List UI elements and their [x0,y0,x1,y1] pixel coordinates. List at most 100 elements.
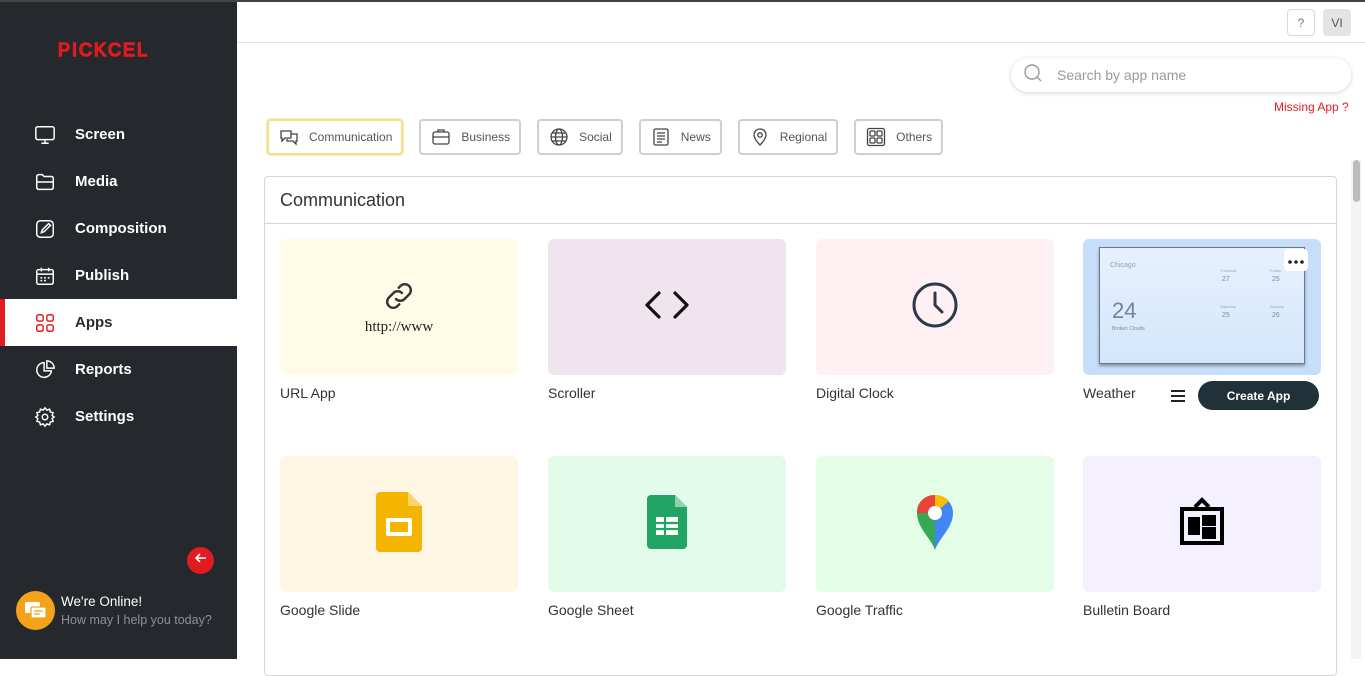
tab-regional[interactable]: Regional [737,119,839,155]
tab-news[interactable]: News [638,119,722,155]
google-slides-icon [376,491,422,557]
app-name: Scroller [548,385,596,401]
calendar-icon [33,264,57,288]
app-thumbnail[interactable] [280,456,518,592]
sidebar-item-apps[interactable]: Apps [0,299,237,346]
sidebar-item-reports[interactable]: Reports [0,346,237,393]
app-thumbnail[interactable] [816,239,1054,375]
weather-city: Chicago [1110,262,1136,269]
tab-label: Business [461,130,511,144]
missing-app-link[interactable]: Missing App ? [1274,100,1349,114]
tab-social[interactable]: Social [537,119,623,155]
sidebar-item-label: Apps [75,314,113,331]
app-card-weather[interactable]: Chicago 24 Broken Clouds Thursday 27 Fri… [1083,239,1321,401]
sidebar-item-label: Settings [75,408,135,425]
weather-value: 26 [1272,312,1280,319]
app-thumbnail[interactable]: Chicago 24 Broken Clouds Thursday 27 Fri… [1083,239,1321,375]
search-icon [1023,63,1043,88]
tab-label: Others [896,130,933,144]
tab-label: News [680,130,711,144]
weather-day: Friday [1270,268,1282,273]
clock-icon [910,280,960,335]
app-thumbnail[interactable] [548,456,786,592]
tab-label: Social [579,130,612,144]
scrollbar-thumb[interactable] [1353,160,1360,202]
sidebar-item-screen[interactable]: Screen [0,111,237,158]
pie-chart-icon [33,358,57,382]
app-card-digital-clock[interactable]: Digital Clock [816,239,1054,401]
sidebar-item-label: Publish [75,267,130,284]
app-name: Google Traffic [816,602,903,618]
monitor-icon [33,123,57,147]
create-app-button[interactable]: Create App [1198,381,1319,410]
category-tabs: Communication Business Social News Regio… [267,119,959,155]
top-header: ? VI [237,2,1365,43]
link-icon [381,283,417,318]
weather-value: 25 [1272,276,1280,283]
sidebar-item-label: Composition [75,220,167,237]
tab-others[interactable]: Others [854,119,944,155]
sidebar-item-settings[interactable]: Settings [0,393,237,440]
app-name: Google Sheet [548,602,634,618]
grid-icon [866,127,886,147]
sidebar-item-publish[interactable]: Publish [0,252,237,299]
folder-icon [33,170,57,194]
apps-grid-icon [33,311,57,335]
pickcel-logo[interactable]: PICKCEL [58,40,180,60]
app-thumbnail[interactable]: http://www [280,239,518,375]
app-name: Bulletin Board [1083,602,1171,618]
app-card-google-traffic[interactable]: Google Traffic [816,456,1054,618]
newspaper-icon [651,127,671,147]
chat-bubble-icon [16,591,55,630]
app-thumbnail[interactable] [548,239,786,375]
google-sheets-icon [647,494,687,554]
apps-panel: Communication http://www URL App Scrolle… [264,176,1337,676]
sidebar-item-label: Media [75,173,118,190]
top-border [0,0,1365,2]
weather-day: Thursday [1220,268,1237,273]
tab-communication[interactable]: Communication [267,119,404,155]
svg-text:PICKCEL: PICKCEL [58,40,149,60]
tab-label: Regional [779,130,828,144]
help-button[interactable]: ? [1287,9,1315,36]
tab-business[interactable]: Business [419,119,522,155]
google-maps-icon [915,494,955,555]
chat-widget[interactable]: We're Online! How may I help you today? [16,591,212,630]
sidebar-collapse-button[interactable] [187,547,214,574]
search-input[interactable] [1057,67,1327,83]
sidebar-item-composition[interactable]: Composition [0,205,237,252]
panel-title: Communication [265,177,1336,224]
weather-value: 25 [1222,312,1230,319]
sidebar-item-label: Screen [75,126,126,143]
chat-title: We're Online! [61,594,143,609]
sidebar: PICKCEL Screen Media Composition Publish [0,0,237,659]
sidebar-item-label: Reports [75,361,132,378]
location-pin-icon [750,127,770,147]
app-card-bulletin-board[interactable]: Bulletin Board [1083,456,1321,618]
chat-subtitle: How may I help you today? [61,613,212,627]
url-text: http://www [364,319,434,335]
app-card-google-slide[interactable]: Google Slide [280,456,518,618]
app-name: Google Slide [280,602,361,618]
app-thumbnail[interactable] [1083,456,1321,592]
ellipsis-icon [1288,251,1304,269]
user-avatar[interactable]: VI [1323,9,1351,36]
app-card-scroller[interactable]: Scroller [548,239,786,401]
search-bar [1011,58,1351,92]
weather-value: 27 [1222,276,1230,283]
app-card-url-app[interactable]: http://www URL App [280,239,518,401]
tab-label: Communication [309,130,393,144]
app-card-google-sheet[interactable]: Google Sheet [548,456,786,618]
more-options-button[interactable] [1284,249,1308,271]
sidebar-item-media[interactable]: Media [0,158,237,205]
scrollbar-track[interactable] [1351,160,1361,659]
chat-icon [279,127,299,147]
weather-day: Saturday [1220,304,1237,309]
sidebar-nav: Screen Media Composition Publish Apps Re… [0,111,237,440]
app-thumbnail[interactable] [816,456,1054,592]
menu-icon[interactable] [1170,388,1186,404]
weather-preview: Chicago 24 Broken Clouds Thursday 27 Fri… [1099,247,1305,364]
bulletin-board-icon [1178,496,1226,552]
weather-day: Sunday [1270,304,1284,309]
app-name: Digital Clock [816,385,894,401]
